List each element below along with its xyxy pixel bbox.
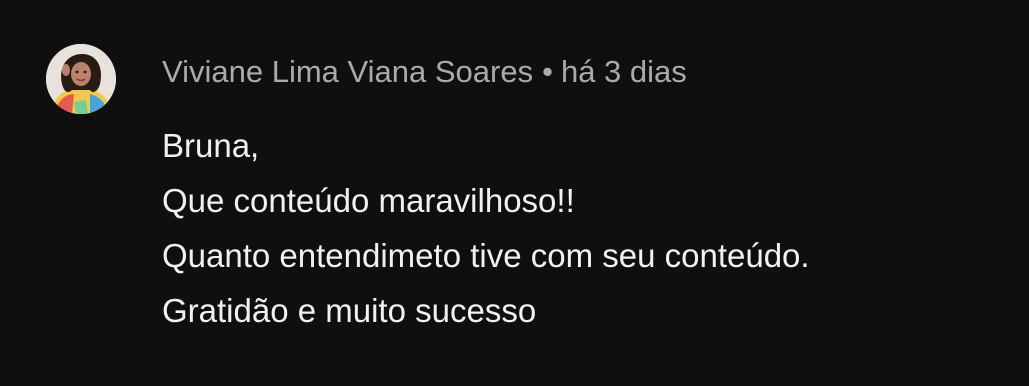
comment-line: Bruna,: [162, 127, 260, 164]
comment-text: Bruna, Que conteúdo maravilhoso!! Quanto…: [162, 118, 810, 338]
comment-line: Que conteúdo maravilhoso!!: [162, 182, 575, 219]
comment-line: Gratidão e muito sucesso: [162, 292, 537, 329]
meta-separator: •: [542, 54, 553, 89]
comment-line: Quanto entendimeto tive com seu conteúdo…: [162, 237, 810, 274]
comment-card: Viviane Lima Viana Soares • há 3 dias Brun…: [0, 0, 1029, 386]
author-name[interactable]: Viviane Lima Viana Soares: [162, 54, 533, 89]
author-avatar[interactable]: [46, 44, 116, 114]
comment-timestamp[interactable]: há 3 dias: [561, 54, 687, 89]
comment-header: Viviane Lima Viana Soares • há 3 dias: [162, 50, 687, 94]
avatar-photo: [46, 44, 116, 114]
